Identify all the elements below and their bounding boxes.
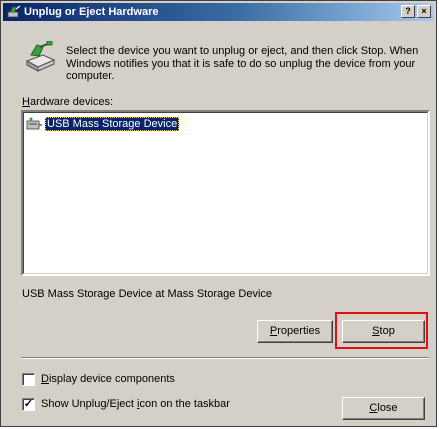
close-window-button[interactable]: × [417,5,431,18]
window-title: Unplug or Eject Hardware [24,6,159,18]
title-bar[interactable]: Unplug or Eject Hardware ? × [3,3,434,21]
eject-hardware-icon [7,5,21,18]
display-components-checkbox[interactable] [22,373,35,386]
stop-highlight-annotation [335,312,428,349]
instructions-text: Select the device you want to unplug or … [66,45,419,82]
properties-button[interactable]: Properties [257,320,333,343]
show-icon-label: Show Unplug/Eject icon on the taskbar [41,398,230,410]
hardware-devices-label: Hardware devices: [22,96,114,108]
hardware-devices-list[interactable]: USB Mass Storage Device [21,110,430,276]
display-components-label: Display device components [41,373,175,385]
unplug-eject-dialog: Unplug or Eject Hardware ? × Select the … [0,0,437,427]
safely-remove-hardware-icon [25,41,56,72]
separator [21,357,429,359]
show-icon-checkbox[interactable]: ✓ [22,398,35,411]
close-button[interactable]: Close [342,397,425,420]
help-button[interactable]: ? [401,5,415,18]
list-item-label: USB Mass Storage Device [45,117,180,131]
usb-device-icon [26,117,42,130]
device-description: USB Mass Storage Device at Mass Storage … [22,288,273,300]
check-mark-icon: ✓ [23,398,34,410]
